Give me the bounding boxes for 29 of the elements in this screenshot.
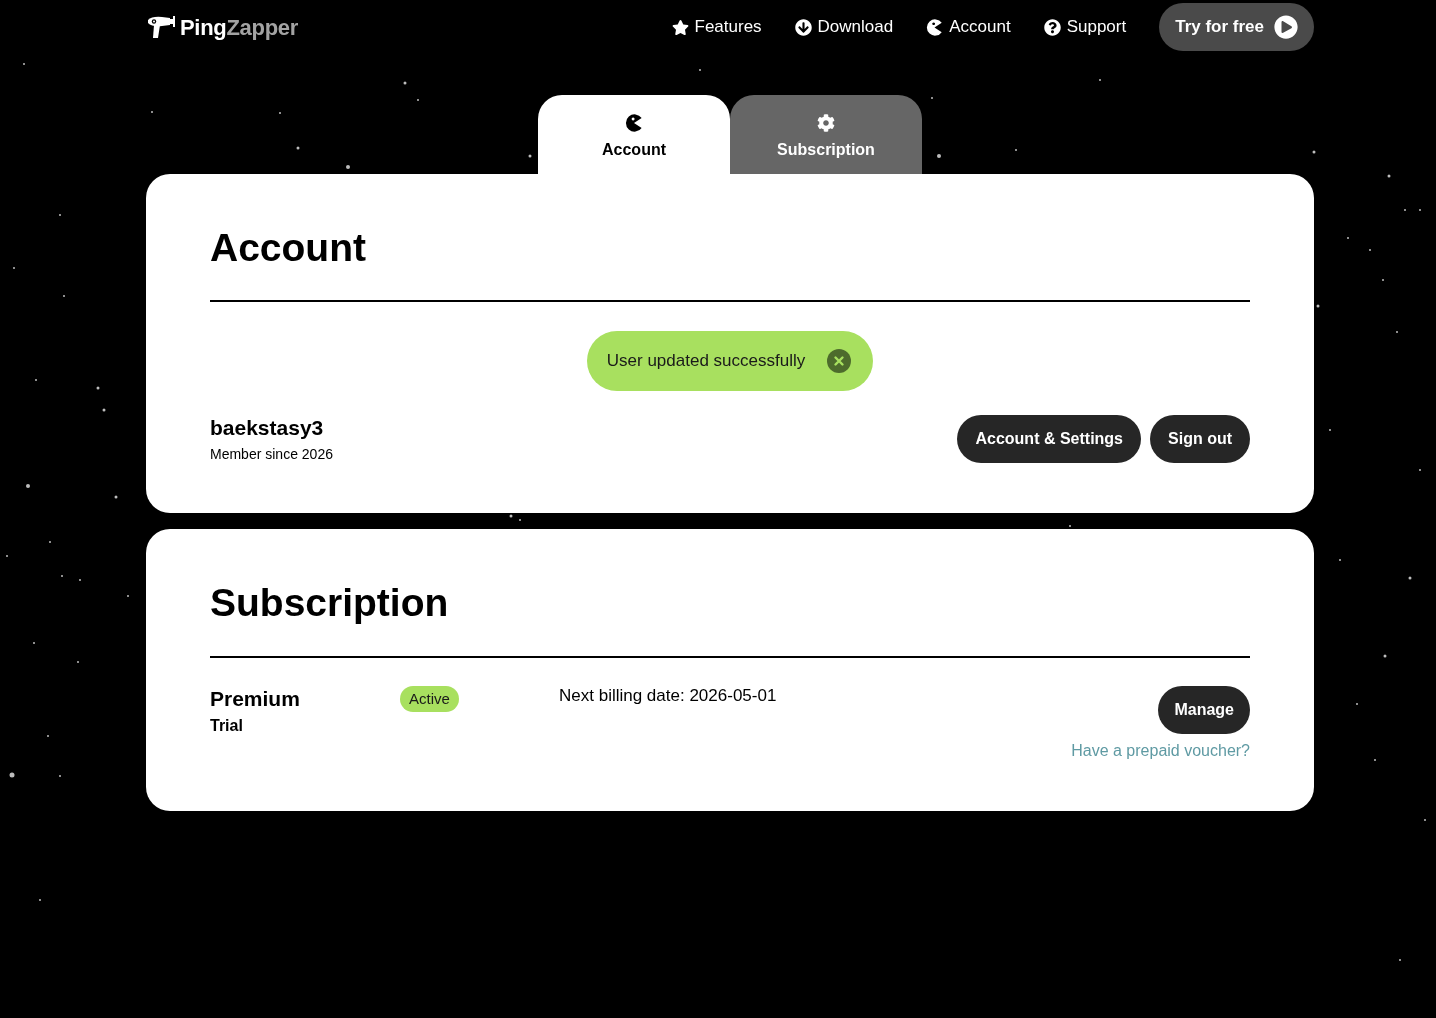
member-since: Member since 2026 [210,445,333,464]
billing-date: Next billing date: 2026-05-01 [559,686,777,706]
try-for-free-button[interactable]: Try for free [1159,3,1314,51]
star-icon [671,18,689,36]
plan-type: Trial [210,716,244,736]
download-icon [794,18,812,36]
pacman-icon [625,113,643,132]
brand-logo[interactable]: PingZapper [180,10,299,44]
ray-gun-icon [146,14,176,40]
card-title: Subscription [210,581,450,625]
card-title: Account [210,226,367,270]
close-icon[interactable] [827,349,852,373]
plan-name: Premium [210,686,301,712]
manage-button[interactable]: Manage [1158,686,1250,734]
pacman-icon [926,18,944,36]
status-badge: Active [400,686,459,712]
nav-link[interactable]: Support [1043,14,1127,40]
toast-message: User updated successfully [606,350,806,373]
tab[interactable]: Account [538,95,730,174]
nav-link[interactable]: Account [926,14,1011,40]
gear-icon [817,113,835,132]
account-button[interactable]: Sign out [1150,415,1250,463]
help-icon [1043,18,1061,36]
tab[interactable]: Subscription [730,95,922,174]
nav-link[interactable]: Download [794,14,894,40]
nav-link[interactable]: Features [671,14,762,40]
username: baekstasy3 [210,415,325,441]
play-icon [1274,15,1298,39]
account-button[interactable]: Account & Settings [957,415,1141,463]
